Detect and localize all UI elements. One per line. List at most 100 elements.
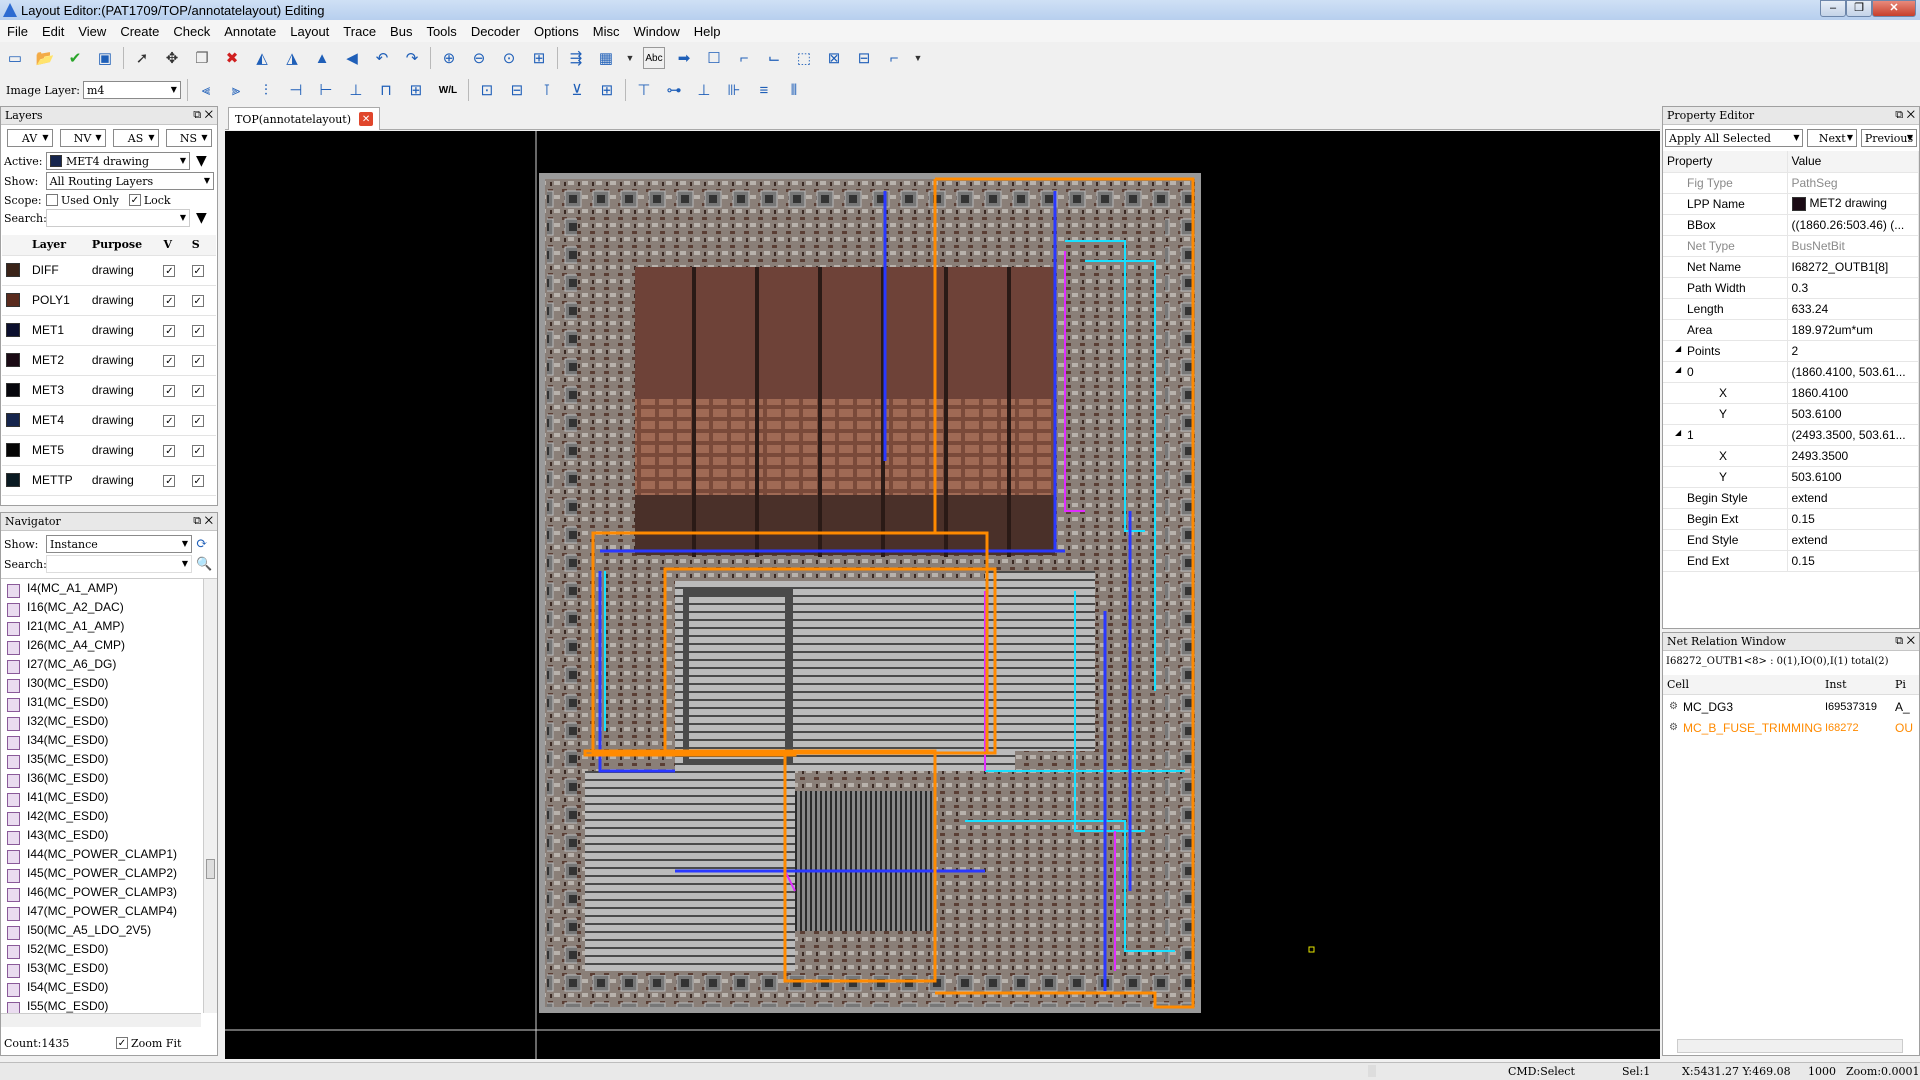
- search-filter-icon[interactable]: ▼: [196, 210, 207, 226]
- menu-misc[interactable]: Misc: [586, 24, 627, 39]
- selectable-checkbox[interactable]: ✓: [191, 415, 204, 428]
- used-only-checkbox[interactable]: [46, 194, 58, 206]
- av-button[interactable]: AV: [6, 129, 53, 147]
- layer-row-diff[interactable]: DIFF drawing ✓ ✓: [2, 255, 216, 286]
- net-relation-row[interactable]: ⚙ MC_DG3 I69537319 A_: [1663, 697, 1919, 716]
- visible-checkbox[interactable]: ✓: [163, 295, 176, 308]
- selectable-checkbox[interactable]: ✓: [191, 475, 204, 488]
- expand-icon[interactable]: ◢: [1675, 428, 1681, 437]
- tab-annotatelayout[interactable]: TOP(annotatelayout) ✕: [228, 107, 380, 130]
- net-hscrollbar[interactable]: [1677, 1039, 1903, 1053]
- save-icon[interactable]: ▣: [94, 47, 116, 69]
- property-row[interactable]: ◢ Points 2: [1663, 340, 1919, 362]
- instance-list-item[interactable]: I46(MC_POWER_CLAMP3): [1, 885, 201, 904]
- layer-row-met4[interactable]: MET4 drawing ✓ ✓: [2, 405, 216, 436]
- menu-create[interactable]: Create: [113, 24, 166, 39]
- space-h-icon[interactable]: ⊢: [315, 79, 337, 101]
- layer-row-met3[interactable]: MET3 drawing ✓ ✓: [2, 375, 216, 406]
- menu-trace[interactable]: Trace: [336, 24, 383, 39]
- menu-decoder[interactable]: Decoder: [464, 24, 527, 39]
- mirror-y-icon[interactable]: ▲: [311, 47, 333, 69]
- zoom-out-icon[interactable]: ⊖: [468, 47, 490, 69]
- next-button[interactable]: Next: [1807, 129, 1857, 147]
- minimize-button[interactable]: –: [1820, 0, 1846, 17]
- visible-checkbox[interactable]: ✓: [163, 355, 176, 368]
- instance-list-item[interactable]: I35(MC_ESD0): [1, 752, 201, 771]
- select-pointer-icon[interactable]: ➚: [131, 47, 153, 69]
- instance-list-item[interactable]: I30(MC_ESD0): [1, 676, 201, 695]
- property-row[interactable]: End Ext 0.15: [1663, 550, 1919, 572]
- zoom-area-icon[interactable]: ⊞: [528, 47, 550, 69]
- nv-button[interactable]: NV: [59, 129, 106, 147]
- distribute-icon[interactable]: ⊣: [285, 79, 307, 101]
- align-top-icon[interactable]: ⊤: [633, 79, 655, 101]
- align-left-icon[interactable]: ⫷: [195, 79, 217, 101]
- new-file-icon[interactable]: ▭: [4, 47, 26, 69]
- visible-checkbox[interactable]: ✓: [163, 445, 176, 458]
- visible-checkbox[interactable]: ✓: [163, 415, 176, 428]
- menu-view[interactable]: View: [71, 24, 113, 39]
- selectable-checkbox[interactable]: ✓: [191, 265, 204, 278]
- property-row[interactable]: Path Width 0.3: [1663, 277, 1919, 299]
- selectable-checkbox[interactable]: ✓: [191, 445, 204, 458]
- chart-icon[interactable]: ⊻: [566, 79, 588, 101]
- check-icon[interactable]: ✔: [64, 47, 86, 69]
- image-layer-select[interactable]: m4: [82, 81, 181, 99]
- property-row[interactable]: Fig Type PathSeg: [1663, 172, 1919, 194]
- as-button[interactable]: AS: [112, 129, 159, 147]
- selectable-checkbox[interactable]: ✓: [191, 385, 204, 398]
- layer-row-poly1[interactable]: POLY1 drawing ✓ ✓: [2, 285, 216, 316]
- instance-list-item[interactable]: I16(MC_A2_DAC): [1, 600, 201, 619]
- cross-box-icon[interactable]: ⊠: [823, 47, 845, 69]
- instance-list-item[interactable]: I21(MC_A1_AMP): [1, 619, 201, 638]
- layer-row-mettp[interactable]: METTP drawing ✓ ✓: [2, 465, 216, 496]
- redo-icon[interactable]: ↷: [401, 47, 423, 69]
- property-row[interactable]: Begin Ext 0.15: [1663, 508, 1919, 530]
- panel-float-close-icon[interactable]: ⧉ ✕: [1895, 108, 1915, 122]
- zoom-fit-checkbox[interactable]: ✓: [116, 1037, 128, 1049]
- restore-button[interactable]: ❐: [1846, 0, 1872, 17]
- label-abc-icon[interactable]: Abc: [643, 47, 665, 69]
- property-row[interactable]: Length 633.24: [1663, 298, 1919, 320]
- arrow-right-icon[interactable]: ➡: [673, 47, 695, 69]
- selectable-checkbox[interactable]: ✓: [191, 355, 204, 368]
- list-scrollbar[interactable]: [203, 579, 217, 1013]
- columns-icon[interactable]: ⦀: [783, 79, 805, 101]
- shape-icon[interactable]: ⬚: [793, 47, 815, 69]
- instance-list-item[interactable]: I47(MC_POWER_CLAMP4): [1, 904, 201, 923]
- ns-button[interactable]: NS: [165, 129, 212, 147]
- property-row[interactable]: BBox ((1860.26:503.46) (...: [1663, 214, 1919, 236]
- navigator-show-select[interactable]: Instance: [46, 535, 192, 553]
- menu-file[interactable]: File: [0, 24, 35, 39]
- matrix-icon[interactable]: ⊞: [596, 79, 618, 101]
- tab-close-icon[interactable]: ✕: [359, 112, 374, 126]
- instance-list-item[interactable]: I27(MC_A6_DG): [1, 657, 201, 676]
- menu-layout[interactable]: Layout: [283, 24, 336, 39]
- instance-list-item[interactable]: I32(MC_ESD0): [1, 714, 201, 733]
- panel-float-close-icon[interactable]: ⧉ ✕: [193, 514, 213, 528]
- menu-window[interactable]: Window: [626, 24, 686, 39]
- property-row[interactable]: Net Name I68272_OUTB1[8]: [1663, 256, 1919, 278]
- zoom-in-icon[interactable]: ⊕: [438, 47, 460, 69]
- layer-search-input[interactable]: [46, 209, 190, 227]
- instance-list-item[interactable]: I44(MC_POWER_CLAMP1): [1, 847, 201, 866]
- layer-row-met1[interactable]: MET1 drawing ✓ ✓: [2, 315, 216, 346]
- apply-all-selected-select[interactable]: Apply All Selected: [1665, 129, 1804, 147]
- property-row[interactable]: Net Type BusNetBit: [1663, 235, 1919, 257]
- visible-checkbox[interactable]: ✓: [163, 385, 176, 398]
- wire-icon[interactable]: ⌐: [883, 47, 905, 69]
- rotate-icon[interactable]: ◭: [251, 47, 273, 69]
- selectable-checkbox[interactable]: ✓: [191, 325, 204, 338]
- property-row[interactable]: X 1860.4100: [1663, 382, 1919, 404]
- menu-edit[interactable]: Edit: [35, 24, 71, 39]
- active-filter-icon[interactable]: ▼: [196, 153, 207, 169]
- instance-list-item[interactable]: I55(MC_ESD0): [1, 999, 201, 1013]
- open-folder-icon[interactable]: 📂: [34, 47, 56, 69]
- menu-check[interactable]: Check: [166, 24, 217, 39]
- find-icon[interactable]: 🔍: [196, 557, 212, 572]
- mirror-x-icon[interactable]: ◮: [281, 47, 303, 69]
- align-right-icon[interactable]: ⫶: [255, 79, 277, 101]
- menu-annotate[interactable]: Annotate: [217, 24, 283, 39]
- instance-list-item[interactable]: I50(MC_A5_LDO_2V5): [1, 923, 201, 942]
- layer-row-met5[interactable]: MET5 drawing ✓ ✓: [2, 435, 216, 466]
